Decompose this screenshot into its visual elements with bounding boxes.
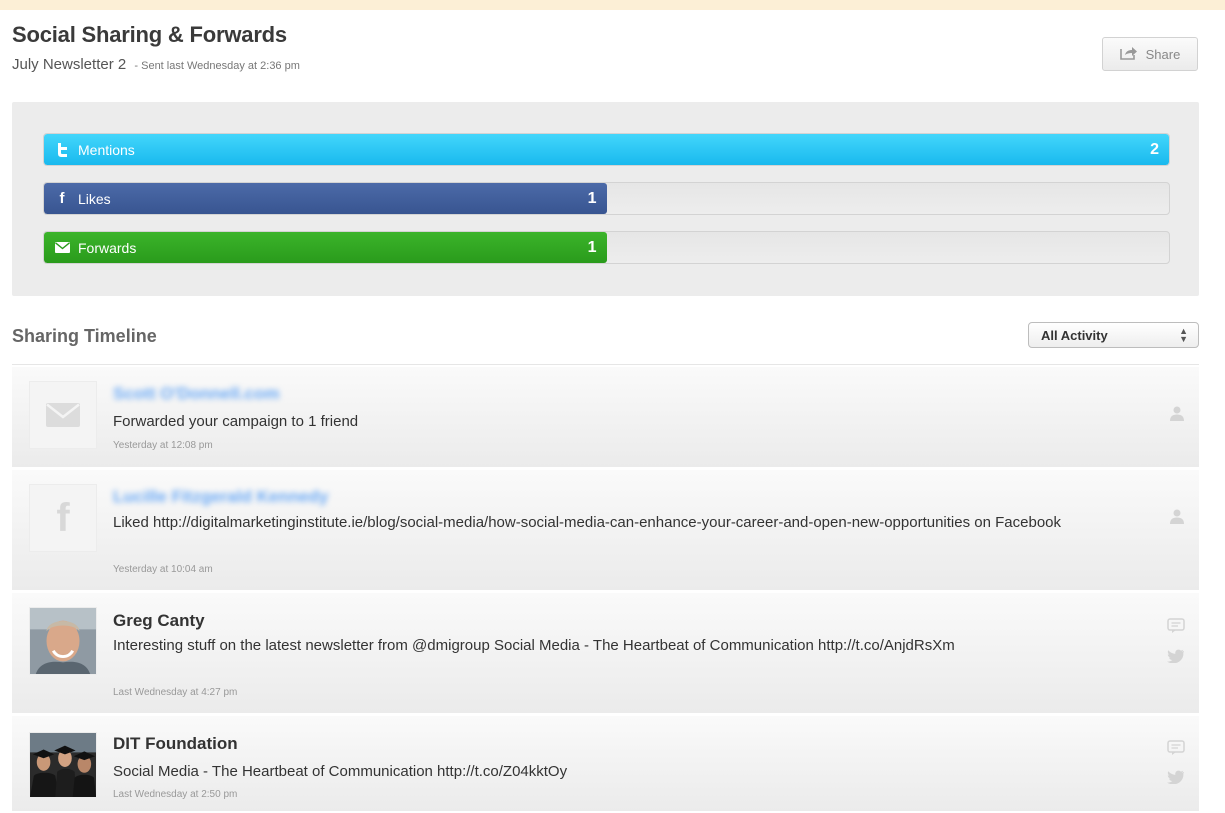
person-icon[interactable] (1169, 405, 1185, 421)
forwards-bar-fill: Forwards 1 (44, 232, 607, 263)
twitter-icon (54, 142, 70, 158)
page-title: Social Sharing & Forwards (12, 22, 287, 47)
forwards-bar[interactable]: Forwards 1 (43, 231, 1170, 264)
campaign-subtitle: July Newsletter 2 - Sent last Wednesday … (12, 56, 300, 73)
mentions-count: 2 (1150, 140, 1159, 158)
top-strip (0, 0, 1225, 10)
activity-time: Last Wednesday at 2:50 pm (113, 789, 238, 800)
select-arrows-icon: ▲ ▼ (1179, 326, 1188, 344)
timeline-item[interactable]: Greg Canty Interesting stuff on the late… (12, 593, 1199, 713)
sharer-name[interactable]: Greg Canty (113, 611, 205, 631)
timeline-item[interactable]: Scott O'Donnell.com Forwarded your campa… (12, 367, 1199, 467)
share-label: Share (1145, 46, 1181, 62)
envelope-icon (54, 240, 70, 256)
timeline-title: Sharing Timeline (12, 326, 157, 346)
campaign-name: July Newsletter 2 (12, 56, 127, 73)
likes-bar[interactable]: f Likes 1 (43, 182, 1170, 215)
likes-count: 1 (587, 189, 597, 207)
activity-time: Yesterday at 10:04 am (113, 564, 213, 575)
likes-label: Likes (78, 190, 111, 207)
activity-text: Forwarded your campaign to 1 friend (113, 413, 359, 430)
mentions-label: Mentions (78, 141, 135, 158)
sent-info: - Sent last Wednesday at 2:36 pm (134, 60, 300, 72)
activity-filter-select[interactable]: All Activity ▲ ▼ (1028, 322, 1199, 348)
timeline-item[interactable]: f Lucille Fitzgerald Kennedy Liked http:… (12, 470, 1199, 590)
sharer-name[interactable]: DIT Foundation (113, 734, 238, 754)
facebook-icon: f (59, 190, 65, 207)
likes-bar-fill: f Likes 1 (44, 183, 607, 214)
twitter-icon[interactable] (1167, 770, 1185, 784)
mentions-bar[interactable]: Mentions 2 (43, 133, 1170, 166)
user-photo (29, 607, 97, 675)
activity-time: Last Wednesday at 4:27 pm (113, 687, 238, 698)
sharer-name[interactable]: Scott O'Donnell.com (113, 384, 280, 404)
activity-filter-value: All Activity (1041, 327, 1108, 343)
graduates-photo (29, 732, 97, 798)
envelope-icon (29, 381, 97, 449)
share-button[interactable]: Share (1102, 37, 1198, 71)
sharer-name[interactable]: Lucille Fitzgerald Kennedy (113, 487, 328, 507)
reply-icon[interactable] (1167, 618, 1185, 634)
facebook-icon: f (29, 484, 97, 552)
timeline-divider (12, 364, 1199, 365)
stats-panel: Mentions 2 f Likes 1 Forwards 1 (12, 102, 1199, 296)
share-icon (1119, 45, 1138, 63)
timeline-item[interactable]: DIT Foundation Social Media - The Heartb… (12, 716, 1199, 811)
forwards-label: Forwards (78, 239, 137, 256)
activity-time: Yesterday at 12:08 pm (113, 440, 213, 451)
twitter-icon[interactable] (1167, 649, 1185, 663)
activity-text: Liked http://digitalmarketinginstitute.i… (113, 514, 1062, 531)
mentions-bar-fill: Mentions (44, 134, 1169, 165)
activity-text: Interesting stuff on the latest newslett… (113, 637, 955, 654)
forwards-count: 1 (587, 238, 597, 256)
person-icon[interactable] (1169, 508, 1185, 524)
reply-icon[interactable] (1167, 740, 1185, 756)
activity-text: Social Media - The Heartbeat of Communic… (113, 763, 568, 780)
